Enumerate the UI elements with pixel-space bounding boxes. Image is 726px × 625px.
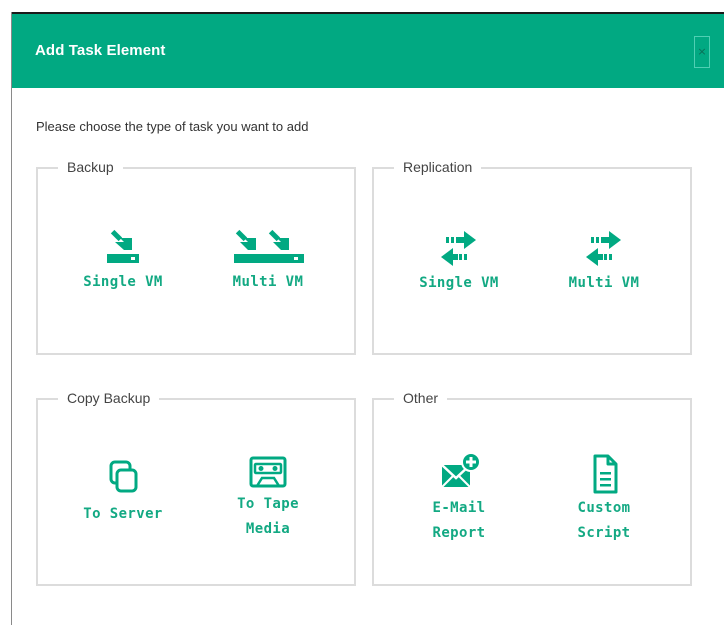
group-legend: Other: [394, 390, 448, 406]
copy-to-tape-media-option[interactable]: To Tape Media: [208, 454, 328, 542]
copy-to-server-option[interactable]: To Server: [63, 458, 183, 527]
page-backdrop: [0, 0, 726, 12]
option-label: Multi VM: [232, 274, 304, 290]
option-label-line2: Media: [245, 521, 291, 537]
group-other: Other E-Mail Report Custom Script: [372, 390, 692, 586]
group-legend: Backup: [58, 159, 123, 175]
backup-multi-vm-option[interactable]: Multi VM: [208, 224, 328, 295]
option-label: Custom: [577, 500, 631, 516]
group-replication: Replication Single VM Multi VM: [372, 159, 692, 355]
dialog-title: Add Task Element: [35, 42, 166, 59]
option-label: To Server: [83, 506, 163, 522]
dialog-header: Add Task Element ×: [12, 12, 724, 88]
copy-icon: [109, 460, 138, 493]
backup-single-vm-option[interactable]: Single VM: [63, 224, 183, 295]
option-label: Single VM: [83, 274, 163, 290]
option-label: E-Mail: [432, 500, 486, 516]
group-legend: Copy Backup: [58, 390, 160, 406]
tape-icon: [249, 456, 287, 488]
replication-single-vm-option[interactable]: Single VM: [399, 229, 519, 296]
option-label-line2: Report: [432, 525, 486, 541]
option-label: Multi VM: [568, 275, 640, 291]
option-label: To Tape: [237, 496, 299, 512]
group-legend: Replication: [394, 159, 482, 175]
single-vm-backup-icon: [107, 229, 139, 263]
email-report-option[interactable]: E-Mail Report: [399, 450, 519, 546]
option-label: Single VM: [419, 275, 499, 291]
group-copy-backup: Copy Backup To Server To Tape Media: [36, 390, 356, 586]
instruction-text: Please choose the type of task you want …: [36, 119, 309, 134]
option-label-line2: Script: [577, 525, 631, 541]
script-icon: [593, 454, 618, 494]
multi-vm-replication-icon: [586, 231, 621, 266]
replication-multi-vm-option[interactable]: Multi VM: [544, 229, 664, 296]
close-icon: ×: [697, 45, 707, 58]
multi-vm-backup-icon: [234, 229, 304, 263]
group-backup: Backup Single VM Multi VM: [36, 159, 356, 355]
email-add-icon: [441, 452, 481, 488]
custom-script-option[interactable]: Custom Script: [544, 452, 664, 546]
close-button[interactable]: ×: [694, 36, 710, 68]
single-vm-replication-icon: [441, 231, 476, 266]
add-task-element-dialog: Add Task Element × Please choose the typ…: [11, 12, 724, 625]
